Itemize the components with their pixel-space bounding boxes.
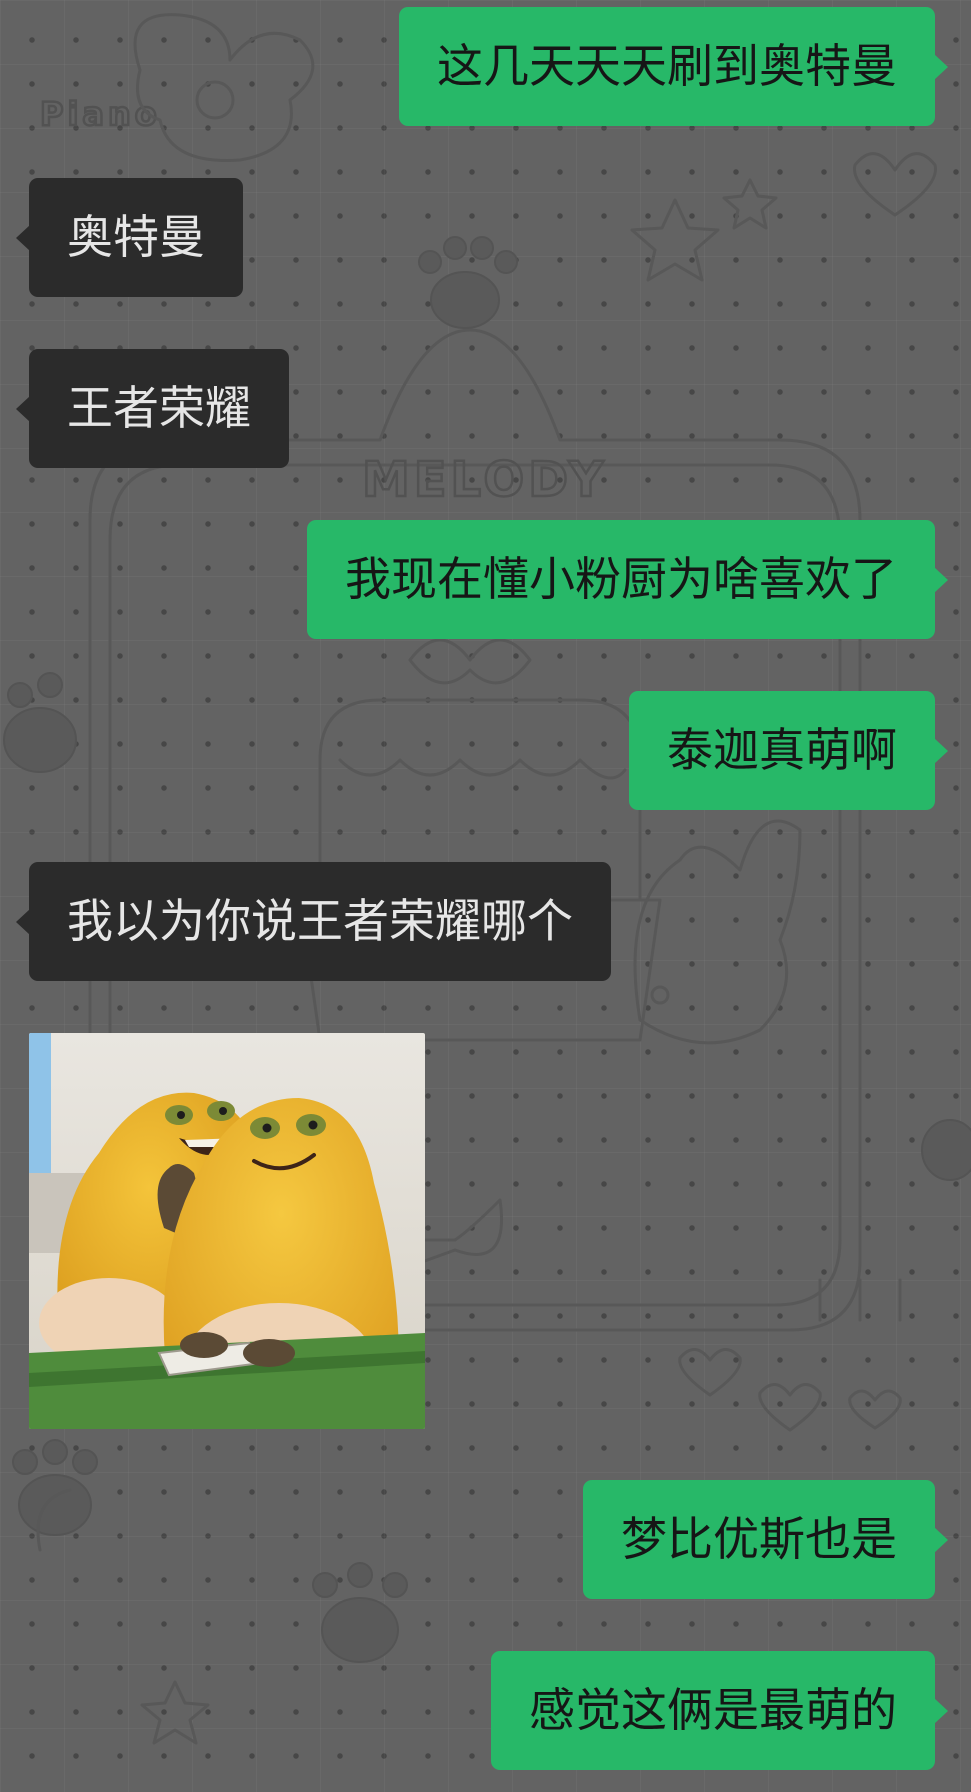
message-text: 感觉这俩是最萌的 (529, 1683, 897, 1737)
message-text: 这几天天天刷到奥特曼 (437, 39, 897, 93)
message-bubble-received[interactable]: 王者荣耀 (16, 349, 289, 468)
message-text: 王者荣耀 (67, 381, 251, 435)
message-bubble-sent[interactable]: 泰迦真萌啊 (629, 691, 948, 810)
message-text: 奥特曼 (67, 210, 205, 264)
message-bubble-sent[interactable]: 我现在懂小粉厨为啥喜欢了 (307, 520, 948, 639)
message-bubble-received[interactable]: 我以为你说王者荣耀哪个 (16, 862, 611, 981)
wallpaper-corner-text: Piano (40, 95, 161, 133)
wallpaper-logo-text: MELODY (362, 452, 607, 508)
message-bubble-sent[interactable]: 这几天天天刷到奥特曼 (399, 7, 948, 126)
chat-screen: MELODY Piano 这几天天天刷到奥特曼 奥特曼 王者荣耀 我现在懂小粉厨… (0, 0, 971, 1792)
sticker-message[interactable] (29, 1033, 425, 1429)
message-bubble-received[interactable]: 奥特曼 (16, 178, 243, 297)
message-text: 泰迦真萌啊 (667, 723, 897, 777)
message-text: 我现在懂小粉厨为啥喜欢了 (345, 552, 897, 606)
message-text: 我以为你说王者荣耀哪个 (67, 894, 573, 948)
sticker-image (29, 1033, 425, 1429)
message-bubble-sent[interactable]: 感觉这俩是最萌的 (491, 1651, 948, 1770)
message-bubble-sent[interactable]: 梦比优斯也是 (583, 1480, 948, 1599)
message-text: 梦比优斯也是 (621, 1512, 897, 1566)
